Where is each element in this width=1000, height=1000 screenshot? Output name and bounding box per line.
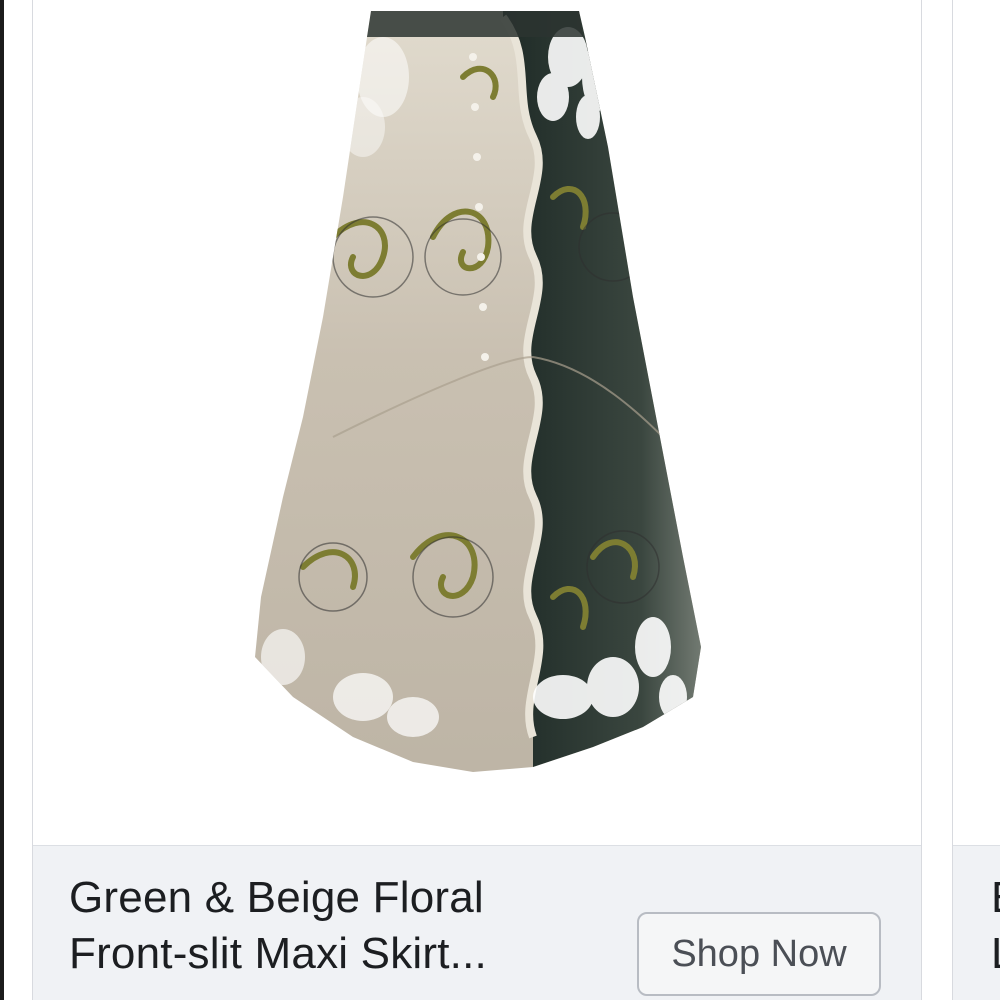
skirt-illustration (255, 11, 701, 772)
next-carousel-card[interactable]: E L (952, 0, 1000, 1000)
product-title-line-2: Front-slit Maxi Skirt... (69, 929, 487, 978)
next-card-title: E L (991, 870, 1000, 982)
product-image[interactable] (33, 0, 921, 845)
next-card-footer: E L (953, 845, 1000, 1000)
previous-card-edge (0, 0, 4, 1000)
ad-card-footer: Green & Beige Floral Front-slit Maxi Ski… (33, 845, 921, 1000)
product-title-line-1: Green & Beige Floral (69, 873, 484, 922)
next-card-title-line-2: L (991, 926, 1000, 982)
shop-now-button[interactable]: Shop Now (637, 912, 881, 996)
ad-carousel-card[interactable]: Green & Beige Floral Front-slit Maxi Ski… (32, 0, 922, 1000)
next-card-title-line-1: E (991, 870, 1000, 926)
product-title[interactable]: Green & Beige Floral Front-slit Maxi Ski… (69, 870, 599, 982)
carousel-viewport: Green & Beige Floral Front-slit Maxi Ski… (0, 0, 1000, 1000)
